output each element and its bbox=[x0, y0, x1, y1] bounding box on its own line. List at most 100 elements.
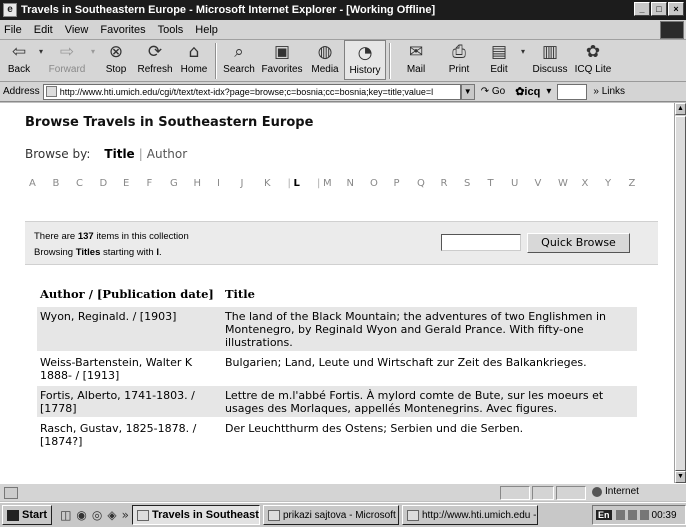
minimize-button[interactable]: _ bbox=[634, 2, 650, 16]
letter-link-r[interactable]: R bbox=[441, 178, 465, 189]
task-travels[interactable]: Travels in Southeast... bbox=[131, 505, 260, 525]
task-prikazi[interactable]: prikazi sajtova - Microsoft ... bbox=[262, 505, 399, 525]
letter-link-p[interactable]: P bbox=[394, 178, 418, 189]
page-title: Browse Travels in Southeastern Europe bbox=[25, 115, 314, 130]
letter-link-z[interactable]: Z bbox=[629, 178, 653, 189]
address-dropdown[interactable]: ▼ bbox=[460, 83, 475, 100]
letter-link-v[interactable]: V bbox=[535, 178, 559, 189]
forward-dropdown[interactable]: ▾ bbox=[88, 40, 98, 80]
scroll-thumb[interactable] bbox=[675, 116, 686, 471]
network-icon[interactable] bbox=[615, 510, 625, 520]
letter-link-i[interactable]: I bbox=[217, 178, 241, 189]
media-player-icon[interactable]: ◈ bbox=[107, 508, 116, 522]
chevron-down-icon: ▼ bbox=[463, 86, 472, 96]
menu-help[interactable]: Help bbox=[195, 24, 218, 36]
menu-edit[interactable]: Edit bbox=[34, 24, 53, 36]
volume-icon[interactable] bbox=[627, 510, 637, 520]
media-button[interactable]: ◍ Media bbox=[306, 40, 344, 80]
browse-by-author-link[interactable]: Author bbox=[147, 147, 187, 161]
discuss-button[interactable]: ▥ Discuss bbox=[528, 40, 572, 80]
vertical-scrollbar[interactable]: ▲ ▼ bbox=[674, 103, 686, 483]
ie-quicklaunch-icon[interactable]: ◉ bbox=[76, 508, 86, 522]
stop-label: Stop bbox=[105, 64, 127, 75]
toolbar-separator bbox=[389, 43, 391, 79]
edit-button[interactable]: ▤ Edit bbox=[480, 40, 518, 80]
letter-link-k[interactable]: K bbox=[264, 178, 288, 189]
outlook-icon[interactable]: ◎ bbox=[92, 508, 102, 522]
history-button[interactable]: ◔ History bbox=[344, 40, 386, 80]
favorites-icon: ▣ bbox=[273, 42, 291, 62]
scroll-up-arrow-icon[interactable]: ▲ bbox=[675, 103, 686, 115]
title-link[interactable]: Bulgarien; Land, Leute und Wirtschaft zu… bbox=[220, 353, 637, 384]
quick-browse-input[interactable] bbox=[441, 234, 521, 251]
quick-browse-button[interactable]: Quick Browse bbox=[527, 233, 630, 253]
letter-link-f[interactable]: F bbox=[147, 178, 171, 189]
letter-link-u[interactable]: U bbox=[511, 178, 535, 189]
title-link[interactable]: The land of the Black Mountain; the adve… bbox=[220, 307, 637, 351]
more-chevron-icon[interactable]: » bbox=[122, 508, 129, 522]
tray-app-icon[interactable] bbox=[639, 510, 649, 520]
menu-favorites[interactable]: Favorites bbox=[100, 24, 145, 36]
letter-link-j[interactable]: J bbox=[241, 178, 265, 189]
icq-lite-button[interactable]: ✿ ICQ Lite bbox=[572, 40, 614, 80]
home-button[interactable]: ⌂ Home bbox=[176, 40, 212, 80]
task-hti[interactable]: http://www.hti.umich.edu -... bbox=[401, 505, 538, 525]
standard-toolbar: ⇦ Back ▾ ⇨ Forward ▾ ⊗ Stop ⟳ Refresh ⌂ … bbox=[0, 40, 686, 82]
close-button[interactable]: × bbox=[668, 2, 684, 16]
edit-dropdown[interactable]: ▾ bbox=[518, 40, 528, 80]
letter-link-x[interactable]: X bbox=[582, 178, 606, 189]
go-button[interactable]: ↷ Go bbox=[481, 86, 506, 97]
forward-button[interactable]: ⇨ Forward bbox=[46, 40, 88, 80]
letter-link-s[interactable]: S bbox=[464, 178, 488, 189]
stop-button[interactable]: ⊗ Stop bbox=[98, 40, 134, 80]
letter-link-h[interactable]: H bbox=[194, 178, 218, 189]
menu-file[interactable]: File bbox=[4, 24, 22, 36]
alphabet-nav: A B C D E F G H I J K | L | M N O P Q R … bbox=[29, 178, 652, 189]
maximize-button[interactable]: □ bbox=[651, 2, 667, 16]
desktop-icon[interactable]: ◫ bbox=[60, 508, 71, 522]
icq-button[interactable]: ✿icq bbox=[515, 85, 540, 98]
search-button[interactable]: ⌕ Search bbox=[220, 40, 258, 80]
menu-tools[interactable]: Tools bbox=[158, 24, 184, 36]
menu-view[interactable]: View bbox=[65, 24, 89, 36]
letter-link-d[interactable]: D bbox=[100, 178, 124, 189]
chevron-down-icon: ▾ bbox=[38, 47, 43, 56]
icq-dropdown[interactable]: ▾ bbox=[546, 86, 551, 97]
scroll-down-arrow-icon[interactable]: ▼ bbox=[675, 471, 686, 483]
start-button[interactable]: Start bbox=[2, 505, 53, 525]
back-button[interactable]: ⇦ Back bbox=[2, 40, 36, 80]
language-indicator[interactable]: En bbox=[596, 510, 612, 520]
window-title: Travels in Southeastern Europe - Microso… bbox=[21, 4, 436, 16]
letter-link-e[interactable]: E bbox=[123, 178, 147, 189]
back-dropdown[interactable]: ▾ bbox=[36, 40, 46, 80]
title-bar: e Travels in Southeastern Europe - Micro… bbox=[0, 0, 686, 20]
mail-button[interactable]: ✉ Mail bbox=[394, 40, 438, 80]
task-label: http://www.hti.umich.edu -... bbox=[421, 509, 538, 521]
letter-link-w[interactable]: W bbox=[558, 178, 582, 189]
letter-link-n[interactable]: N bbox=[347, 178, 371, 189]
author-cell: Rasch, Gustav, 1825-1878. / [1874?] bbox=[40, 422, 197, 448]
clock: 00:39 bbox=[651, 509, 677, 521]
letter-link-b[interactable]: B bbox=[53, 178, 77, 189]
status-pane-lock bbox=[532, 486, 554, 500]
refresh-button[interactable]: ⟳ Refresh bbox=[134, 40, 176, 80]
title-link[interactable]: Der Leuchtthurm des Ostens; Serbien und … bbox=[220, 419, 637, 450]
favorites-button[interactable]: ▣ Favorites bbox=[258, 40, 306, 80]
address-input[interactable]: http://www.hti.umich.edu/cgi/t/text/text… bbox=[42, 83, 461, 100]
letter-link-y[interactable]: Y bbox=[605, 178, 629, 189]
icq-input[interactable] bbox=[557, 83, 588, 100]
letter-link-q[interactable]: Q bbox=[417, 178, 441, 189]
links-button[interactable]: » Links bbox=[593, 86, 625, 97]
letter-link-t[interactable]: T bbox=[488, 178, 512, 189]
search-icon: ⌕ bbox=[234, 42, 244, 62]
address-bar: Address http://www.hti.umich.edu/cgi/t/t… bbox=[0, 82, 686, 102]
letter-link-c[interactable]: C bbox=[76, 178, 100, 189]
letter-link-a[interactable]: A bbox=[29, 178, 53, 189]
letter-link-m[interactable]: M bbox=[323, 178, 347, 189]
letter-link-o[interactable]: O bbox=[370, 178, 394, 189]
task-label: Travels in Southeast... bbox=[151, 509, 260, 521]
title-link[interactable]: Lettre de m.l'abbé Fortis. À mylord comt… bbox=[220, 386, 637, 417]
letter-link-g[interactable]: G bbox=[170, 178, 194, 189]
author-cell: Wyon, Reginald. / [1903] bbox=[40, 310, 177, 323]
print-button[interactable]: ⎙ Print bbox=[438, 40, 480, 80]
